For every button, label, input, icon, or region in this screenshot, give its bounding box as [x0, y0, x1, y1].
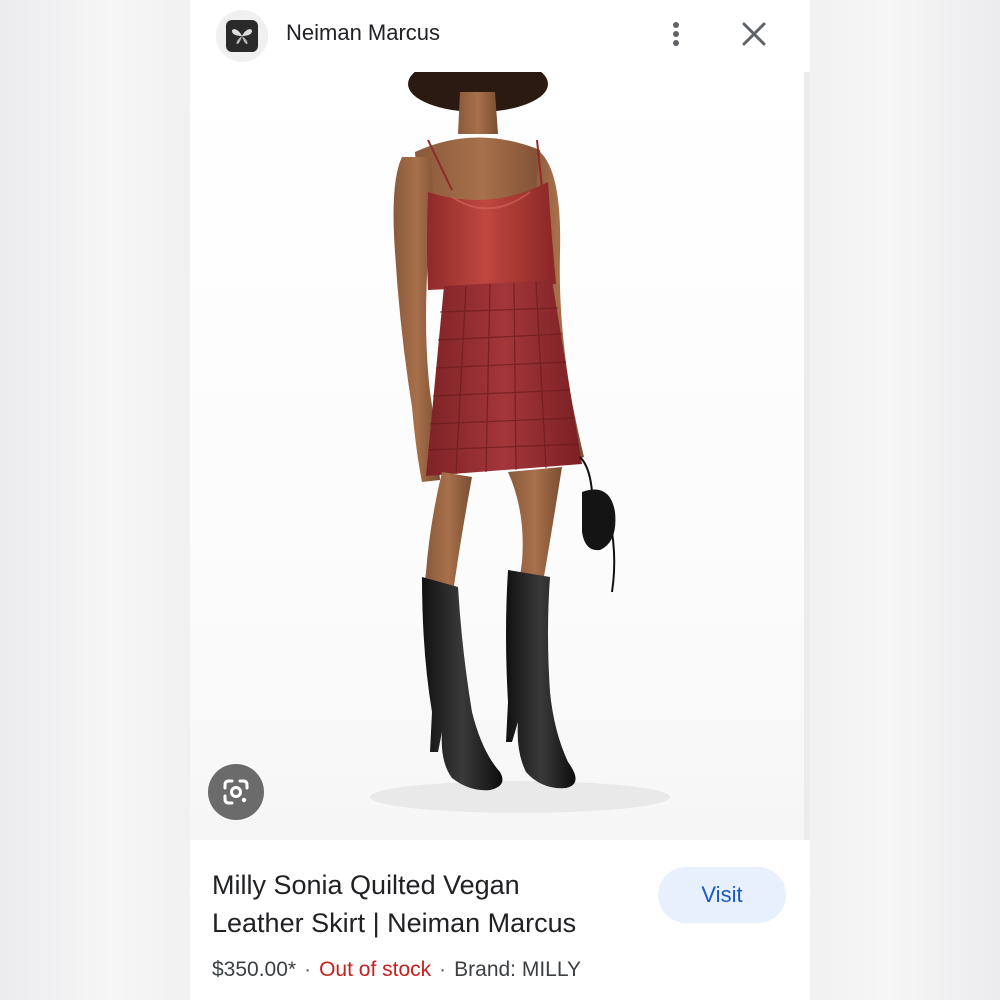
preview-header: Neiman Marcus — [190, 0, 810, 72]
product-title[interactable]: Milly Sonia Quilted Vegan Leather Skirt … — [212, 866, 632, 942]
product-image[interactable] — [190, 72, 810, 840]
product-title-line2[interactable]: Leather Skirt | Neiman Marcus — [212, 904, 632, 942]
product-title-line1[interactable]: Milly Sonia Quilted Vegan — [212, 866, 632, 904]
separator: · — [439, 958, 447, 981]
product-info: Milly Sonia Quilted Vegan Leather Skirt … — [190, 840, 810, 1000]
butterfly-icon — [232, 29, 252, 44]
background-blur-left — [0, 0, 190, 1000]
google-lens-button[interactable] — [208, 764, 264, 820]
google-lens-icon — [223, 779, 249, 805]
site-name[interactable]: Neiman Marcus — [286, 20, 440, 46]
stock-status: Out of stock — [319, 958, 432, 981]
image-edge-shade — [804, 72, 810, 840]
close-icon[interactable] — [736, 16, 772, 52]
image-preview-panel: Neiman Marcus Milly Sonia Quilted Vegan … — [190, 0, 810, 1000]
brand-label: Brand: MILLY — [454, 958, 581, 981]
site-favicon[interactable] — [216, 10, 268, 62]
model-figure-image — [370, 72, 670, 813]
product-meta: $350.00* · Out of stock · Brand: MILLY — [212, 958, 581, 982]
more-vert-icon[interactable] — [660, 18, 692, 50]
separator: · — [304, 958, 312, 981]
visit-button[interactable]: Visit — [658, 867, 786, 923]
background-blur-right — [810, 0, 1000, 1000]
price-label: $350.00* — [212, 958, 297, 981]
